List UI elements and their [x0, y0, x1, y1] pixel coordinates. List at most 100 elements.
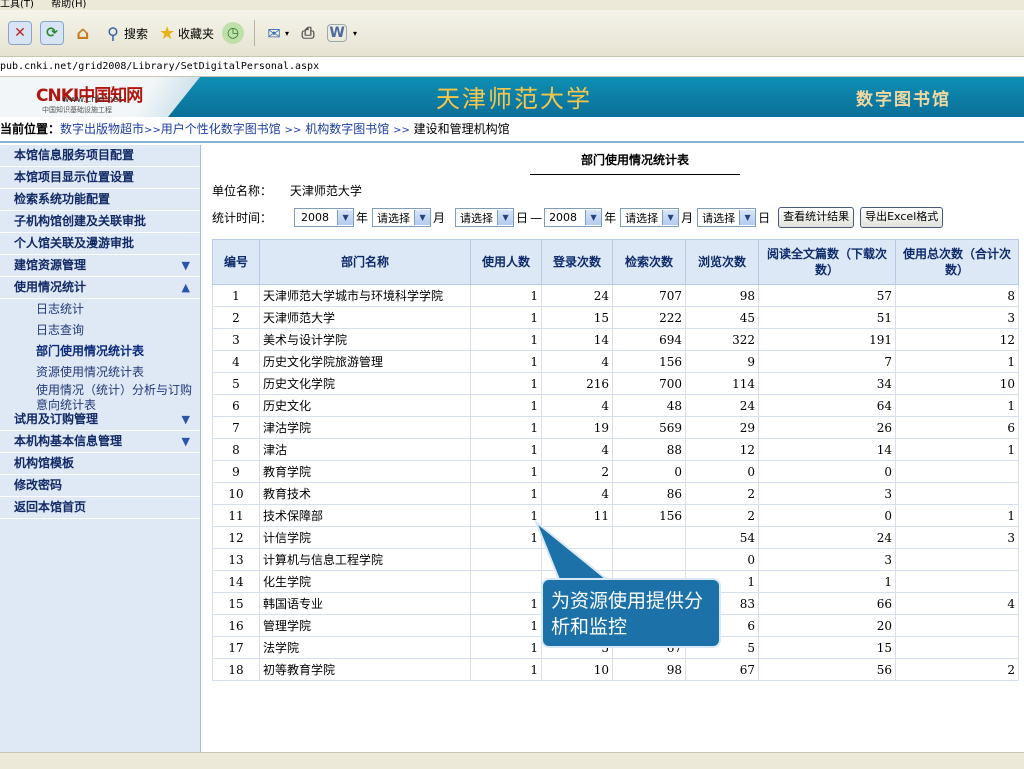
cell-total: 12 — [895, 328, 1019, 351]
table-row: 8 津沽 1 4 88 12 14 1 — [212, 438, 1019, 461]
export-excel-button[interactable]: 导出Excel格式 — [860, 207, 944, 228]
cell-downloads: 191 — [758, 328, 896, 351]
cell-id: 5 — [212, 372, 260, 395]
day-unit: 日 — [516, 211, 529, 225]
cell-dept: 美术与设计学院 — [259, 328, 471, 351]
sidebar-item-label: 本馆项目显示位置设置 — [14, 170, 135, 184]
sidebar-item-search-config[interactable]: 检索系统功能配置 — [0, 189, 200, 211]
cell-searches: 48 — [612, 394, 686, 417]
cell-downloads: 51 — [758, 306, 896, 329]
year-unit: 年 — [356, 211, 369, 225]
cell-downloads: 0 — [758, 504, 896, 527]
sidebar-subitem-dept-stats[interactable]: 部门使用情况统计表 — [0, 341, 200, 362]
cell-searches: 222 — [612, 306, 686, 329]
cell-users: 1 — [470, 614, 542, 637]
breadcrumb-item-institution[interactable]: 机构数字图书馆 — [305, 122, 389, 136]
cell-users: 1 — [470, 306, 542, 329]
cell-id: 6 — [212, 394, 260, 417]
sidebar-item-change-password[interactable]: 修改密码 — [0, 475, 200, 497]
cell-id: 15 — [212, 592, 260, 615]
sidebar-item-basic-info[interactable]: 本机构基本信息管理 ▼ — [0, 431, 200, 453]
chevron-down-icon: ▼ — [181, 259, 190, 272]
home-button[interactable]: ⌂ — [72, 18, 94, 48]
chevron-down-icon: ▼ — [181, 413, 190, 426]
cell-views: 114 — [685, 372, 759, 395]
sidebar-item-return-home[interactable]: 返回本馆首页 — [0, 497, 200, 519]
cell-logins: 10 — [541, 658, 613, 681]
cell-downloads: 1 — [758, 570, 896, 593]
cell-searches: 98 — [612, 658, 686, 681]
sidebar-item-personal-approval[interactable]: 个人馆关联及漫游审批 — [0, 233, 200, 255]
cell-views: 98 — [685, 284, 759, 307]
cell-users: 1 — [470, 482, 542, 505]
cell-id: 17 — [212, 636, 260, 659]
table-row: 7 津沽学院 1 19 569 29 26 6 — [212, 416, 1019, 439]
favorites-button[interactable]: ★ 收藏夹 — [156, 18, 214, 48]
menu-help[interactable]: 帮助(H) — [51, 0, 86, 10]
cell-searches: 694 — [612, 328, 686, 351]
sidebar-item-position-config[interactable]: 本馆项目显示位置设置 — [0, 167, 200, 189]
chevron-up-icon: ▲ — [181, 281, 190, 294]
cell-searches: 0 — [612, 460, 686, 483]
start-year-select[interactable]: 2008 ▼ — [294, 208, 355, 227]
sidebar-item-trial-order[interactable]: 试用及订购管理 ▼ — [0, 409, 200, 431]
table-row: 10 教育技术 1 4 86 2 3 — [212, 482, 1019, 505]
cell-logins: 2 — [541, 460, 613, 483]
mail-button[interactable]: ✉ ▾ — [263, 18, 289, 48]
site-title: 天津师范大学 — [436, 85, 592, 113]
home-icon: ⌂ — [76, 22, 90, 44]
cell-views: 322 — [685, 328, 759, 351]
refresh-button[interactable]: ⟳ — [40, 18, 64, 48]
cell-users: 1 — [470, 460, 542, 483]
cell-downloads: 66 — [758, 592, 896, 615]
chevron-down-icon: ▼ — [414, 210, 431, 225]
logo-subtitle: 中国知识基础设施工程 — [42, 106, 112, 114]
cell-downloads: 3 — [758, 548, 896, 571]
stop-button[interactable]: ✕ — [8, 18, 32, 48]
history-button[interactable]: ◷ — [222, 18, 245, 48]
toolbar-separator — [254, 20, 256, 46]
cell-total: 10 — [895, 372, 1019, 395]
cell-searches: 700 — [612, 372, 686, 395]
cnki-logo[interactable]: CNKI中国知网 www.cnki.net 中国知识基础设施工程 — [36, 81, 146, 114]
start-day-select[interactable]: 请选择 ▼ — [455, 208, 515, 227]
search-label: 搜索 — [124, 26, 149, 41]
sidebar-item-label: 本馆信息服务项目配置 — [14, 148, 135, 162]
menu-tools[interactable]: 工具(T) — [0, 0, 34, 10]
cell-downloads: 7 — [758, 350, 896, 373]
sidebar-item-sub-library[interactable]: 子机构馆创建及关联审批 — [0, 211, 200, 233]
cell-dept: 津沽 — [259, 438, 471, 461]
sidebar-item-service-config[interactable]: 本馆信息服务项目配置 — [0, 145, 200, 167]
col-header-total: 使用总次数（合计次数） — [895, 239, 1019, 285]
sidebar-subitem-log-query[interactable]: 日志查询 — [0, 320, 200, 341]
sidebar-item-usage-stats[interactable]: 使用情况统计 ▲ — [0, 277, 200, 299]
end-month-select[interactable]: 请选择 ▼ — [620, 208, 680, 227]
sidebar-item-template[interactable]: 机构馆模板 — [0, 453, 200, 475]
end-day-select[interactable]: 请选择 ▼ — [697, 208, 757, 227]
sidebar-subitem-analysis[interactable]: 使用情况（统计）分析与订购意向统计表 — [0, 383, 200, 412]
cell-id: 10 — [212, 482, 260, 505]
end-year-select[interactable]: 2008 ▼ — [544, 208, 603, 227]
cell-searches: 156 — [612, 350, 686, 373]
cell-downloads: 3 — [758, 482, 896, 505]
view-results-button[interactable]: 查看统计结果 — [778, 207, 855, 228]
search-button[interactable]: ⚲ 搜索 — [102, 18, 148, 48]
sidebar-item-resource-mgmt[interactable]: 建馆资源管理 ▼ — [0, 255, 200, 277]
sidebar-subitem-log-stats[interactable]: 日志统计 — [0, 299, 200, 320]
cell-dept: 教育学院 — [259, 460, 471, 483]
breadcrumb-item-market[interactable]: 数字出版物超市 — [60, 122, 144, 136]
cell-views: 0 — [685, 548, 759, 571]
day-unit: 日 — [758, 211, 771, 225]
status-bar — [0, 752, 1024, 769]
breadcrumb-separator: >> — [284, 125, 302, 136]
breadcrumb-item-personal[interactable]: 用户个性化数字图书馆 — [161, 122, 281, 136]
logo-url: www.cnki.net — [62, 95, 123, 105]
cell-dept: 计信学院 — [259, 526, 471, 549]
sidebar-subitem-resource-stats[interactable]: 资源使用情况统计表 — [0, 362, 200, 383]
print-button[interactable]: ⎙ — [297, 18, 319, 48]
address-bar[interactable]: pub.cnki.net/grid2008/Library/SetDigital… — [0, 57, 1024, 77]
callout-annotation: 为资源使用提供分析和监控 — [541, 578, 721, 648]
cell-id: 3 — [212, 328, 260, 351]
edit-button[interactable]: W ▾ — [327, 18, 357, 48]
start-month-select[interactable]: 请选择 ▼ — [372, 208, 432, 227]
